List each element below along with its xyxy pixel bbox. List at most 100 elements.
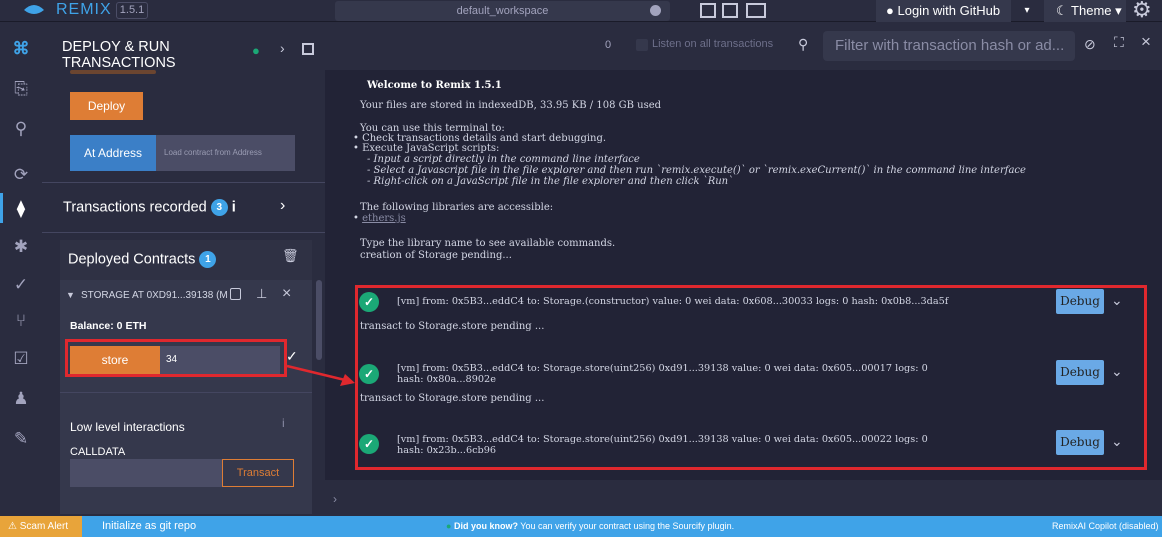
compiler-icon[interactable]: ⟳ bbox=[10, 164, 32, 186]
at-address-input[interactable]: Load contract from Address bbox=[156, 135, 295, 171]
storage-text: Your files are stored in indexedDB, 33.9… bbox=[360, 100, 662, 111]
chevron-right-icon[interactable]: › bbox=[280, 40, 285, 56]
sub-2: - Select a Javascript file in the file e… bbox=[367, 165, 1026, 176]
transactions-recorded-label: Transactions recorded bbox=[63, 199, 207, 216]
github-icon: ● bbox=[886, 3, 894, 18]
tx-count: 0 bbox=[605, 39, 612, 51]
login-label: Login with GitHub bbox=[897, 3, 1001, 18]
clear-icon[interactable]: ⊘ bbox=[1084, 36, 1096, 53]
close-icon[interactable]: × bbox=[1141, 32, 1151, 52]
deploy-run-panel: DEPLOY & RUN TRANSACTIONS ● › Deploy At … bbox=[42, 22, 325, 516]
contract-name[interactable]: STORAGE AT 0XD91...39138 (M bbox=[81, 290, 228, 301]
gear-icon[interactable]: ⚙ bbox=[1132, 0, 1156, 22]
highlight-box-transactions bbox=[355, 285, 1147, 470]
copilot-status[interactable]: RemixAI Copilot (disabled) bbox=[1052, 521, 1159, 531]
moon-icon: ☾ bbox=[1056, 3, 1068, 18]
sub-1: - Input a script directly in the command… bbox=[367, 154, 640, 165]
top-bar: REMIX 1.5.1 default_workspace ● Login wi… bbox=[0, 0, 1162, 22]
panel-title: DEPLOY & RUN TRANSACTIONS bbox=[62, 39, 176, 71]
transactions-count-badge: 3 bbox=[210, 199, 228, 216]
lib-item: • ethers.js bbox=[353, 213, 406, 224]
listen-label: Listen on all transactions bbox=[652, 38, 774, 50]
pin-icon[interactable]: ⊥ bbox=[256, 286, 267, 302]
at-address-button[interactable]: At Address bbox=[70, 135, 156, 171]
partial-element bbox=[70, 70, 156, 74]
creation-text: creation of Storage pending... bbox=[360, 250, 512, 261]
info-icon: i bbox=[231, 199, 236, 216]
deploy-button[interactable]: Deploy bbox=[70, 92, 143, 120]
deployed-count-badge: 1 bbox=[199, 251, 217, 268]
type-lib-text: Type the library name to see available c… bbox=[360, 238, 616, 249]
file-explorer-icon[interactable]: ⎘ bbox=[10, 78, 32, 100]
divider bbox=[60, 392, 312, 393]
contract-card: ▼ STORAGE AT 0XD91...39138 (M ⊥ × Balanc… bbox=[60, 280, 312, 514]
expand-icon[interactable]: ⛶ bbox=[1114, 34, 1124, 51]
scam-alert-button[interactable]: ⚠ Scam Alert bbox=[0, 516, 82, 537]
scam-alert-label: Scam Alert bbox=[19, 521, 69, 532]
git-icon[interactable]: ⑂ bbox=[10, 310, 32, 332]
theme-label: Theme bbox=[1071, 3, 1112, 18]
bullet-2: • Execute JavaScript scripts: bbox=[353, 143, 500, 154]
calldata-label: CALLDATA bbox=[70, 446, 126, 458]
status-bar: ⚠ Scam Alert Initialize as git repo ● Di… bbox=[0, 516, 1162, 537]
bulb-icon: ● bbox=[446, 521, 452, 531]
learneth-icon[interactable]: ♟ bbox=[10, 388, 32, 410]
theme-button[interactable]: ☾ Theme ▾ bbox=[1044, 0, 1126, 22]
divider bbox=[42, 182, 325, 183]
transact-button[interactable]: Transact bbox=[222, 459, 294, 487]
debugger-icon[interactable]: ✱ bbox=[10, 236, 32, 258]
tip-area: ● Did you know? You can verify your cont… bbox=[446, 521, 734, 531]
libs-text: The following libraries are accessible: bbox=[360, 202, 554, 213]
copy-icon[interactable] bbox=[230, 288, 241, 300]
theme-caret-icon: ▾ bbox=[1115, 3, 1122, 18]
deployed-contracts-header: Deployed Contracts 1 bbox=[68, 251, 217, 268]
calldata-input[interactable] bbox=[70, 459, 222, 487]
low-level-label: Low level interactions bbox=[70, 420, 185, 434]
close-icon[interactable]: × bbox=[282, 285, 291, 303]
trash-icon[interactable]: 🗑 bbox=[282, 248, 299, 264]
welcome-text: Welcome to Remix 1.5.1 bbox=[367, 80, 502, 91]
terminal-toolbar: 0 Listen on all transactions ⚲ Filter wi… bbox=[325, 22, 1162, 70]
deployed-contracts-label: Deployed Contracts bbox=[68, 251, 196, 268]
filter-input[interactable]: Filter with transaction hash or ad... bbox=[823, 31, 1075, 61]
command-line[interactable]: › bbox=[325, 480, 1162, 516]
rail-active-indicator bbox=[0, 193, 3, 223]
deploy-run-icon[interactable]: ⧫ bbox=[10, 198, 32, 220]
scrollbar[interactable] bbox=[316, 280, 322, 360]
ethers-link[interactable]: ethers.js bbox=[362, 213, 406, 224]
testing-icon[interactable]: ✓ bbox=[10, 274, 32, 296]
plugin-manager-icon[interactable]: ✎ bbox=[10, 428, 32, 450]
sub-3: - Right-click on a JavaScript file in th… bbox=[367, 176, 734, 187]
dock-icon[interactable] bbox=[302, 43, 314, 55]
balance: Balance: 0 ETH bbox=[70, 320, 147, 332]
git-init-link[interactable]: Initialize as git repo bbox=[102, 520, 196, 532]
home-icon[interactable]: ⌘ bbox=[10, 38, 32, 60]
search-icon[interactable]: ⚲ bbox=[10, 118, 32, 140]
listen-checkbox[interactable] bbox=[636, 39, 648, 51]
transactions-recorded-header[interactable]: Transactions recorded 3 i bbox=[63, 199, 236, 216]
search-icon: ⚲ bbox=[798, 36, 809, 52]
layout-bottom-icon[interactable] bbox=[722, 3, 738, 18]
chevron-down-icon[interactable]: ▼ bbox=[66, 290, 75, 300]
layout-right-icon[interactable] bbox=[746, 3, 766, 18]
tip-text: You can verify your contract using the S… bbox=[520, 521, 735, 531]
workspace-caret-icon[interactable] bbox=[650, 5, 661, 16]
login-github-button[interactable]: ● Login with GitHub bbox=[876, 0, 1011, 22]
workspace-select[interactable]: default_workspace bbox=[335, 1, 670, 21]
annotation-arrow-icon bbox=[286, 364, 355, 386]
login-caret-icon[interactable]: ▾ bbox=[1017, 0, 1037, 22]
chevron-right-icon[interactable]: › bbox=[280, 197, 285, 215]
warning-icon: ⚠ bbox=[8, 521, 17, 532]
app-name: REMIX bbox=[56, 1, 112, 18]
layout-left-icon[interactable] bbox=[700, 3, 716, 18]
info-icon[interactable]: i bbox=[282, 416, 285, 430]
version-badge: 1.5.1 bbox=[116, 2, 148, 19]
bullet-2-text: Execute JavaScript scripts: bbox=[362, 143, 500, 154]
prompt-icon: › bbox=[333, 492, 337, 506]
did-you-know-label: Did you know? bbox=[453, 521, 518, 531]
divider bbox=[42, 232, 325, 233]
icon-rail: ⌘ ⎘ ⚲ ⟳ ⧫ ✱ ✓ ⑂ ☑ ♟ ✎ bbox=[0, 22, 42, 516]
shield-icon: ● bbox=[252, 43, 260, 58]
remix-logo-icon bbox=[24, 5, 44, 14]
analysis-icon[interactable]: ☑ bbox=[10, 348, 32, 370]
